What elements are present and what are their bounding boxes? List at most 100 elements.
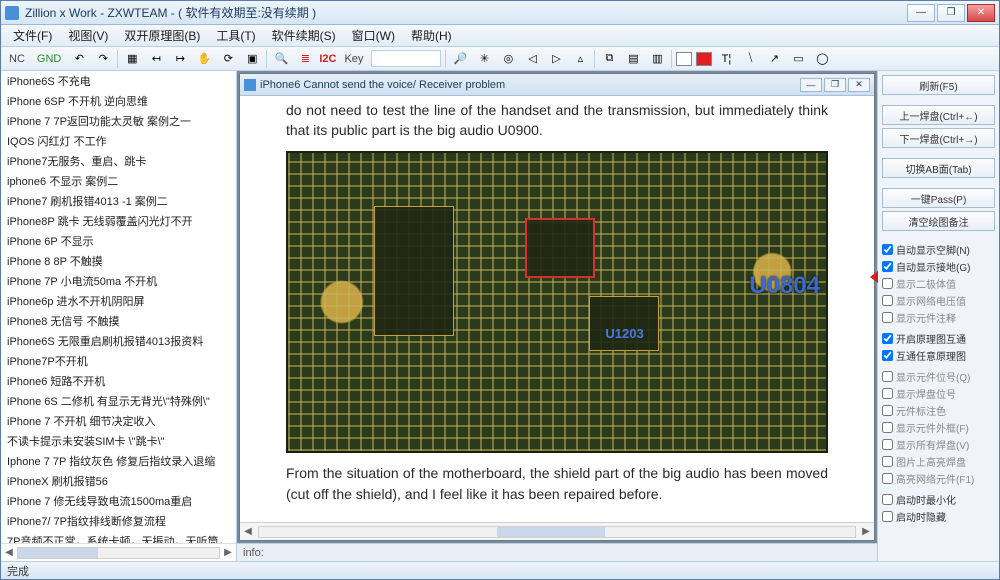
checkbox-input[interactable]	[882, 278, 893, 289]
color-red-swatch[interactable]	[696, 52, 712, 66]
minimize-button[interactable]: —	[907, 4, 935, 22]
checkbox-input[interactable]	[882, 405, 893, 416]
menu-renew[interactable]: 软件续期(S)	[264, 25, 344, 46]
checkbox-input[interactable]	[882, 350, 893, 361]
option-checkbox[interactable]: 显示元件注释	[882, 309, 995, 326]
list-item[interactable]: IQOS 闪红灯 不工作	[1, 131, 236, 151]
list-item[interactable]: 不读卡提示未安装SIM卡 \"跳卡\"	[1, 431, 236, 451]
scroll-thumb[interactable]	[497, 527, 604, 537]
checkbox-input[interactable]	[882, 261, 893, 272]
i2c-label[interactable]: I2C	[319, 53, 336, 65]
option-checkbox[interactable]: 开启原理图互通	[882, 330, 995, 347]
scroll-left-icon[interactable]: ◀	[240, 526, 256, 537]
list-item[interactable]: iPhone7 刷机报错4013 -1 案例二	[1, 191, 236, 211]
option-checkbox[interactable]: 启动时最小化	[882, 491, 995, 508]
tool-hand-icon[interactable]: ✋	[194, 49, 214, 69]
menu-dual-schematic[interactable]: 双开原理图(B)	[116, 25, 208, 46]
option-checkbox[interactable]: 元件标注色	[882, 402, 995, 419]
list-item[interactable]: iPhone 6P 不显示	[1, 231, 236, 251]
tool-align-right-icon[interactable]: ↦	[170, 49, 190, 69]
tool-redo-icon[interactable]: ↷	[93, 49, 113, 69]
list-item[interactable]: iPhone 7 不开机 细节决定收入	[1, 411, 236, 431]
tool-list-icon[interactable]: ≣	[295, 49, 315, 69]
tool-zoom-icon[interactable]: 🔍	[271, 49, 291, 69]
menu-tools[interactable]: 工具(T)	[208, 25, 263, 46]
tool-text-icon[interactable]: T¦	[716, 49, 736, 69]
one-pass-button[interactable]: 一键Pass(P)	[882, 188, 995, 208]
tool-rect-icon[interactable]: ▭	[788, 49, 808, 69]
tool-layer-icon[interactable]: ▥	[647, 49, 667, 69]
tool-grid-icon[interactable]: ▦	[122, 49, 142, 69]
next-pad-button[interactable]: 下一焊盘(Ctrl+→)	[882, 128, 995, 148]
scroll-track[interactable]	[17, 547, 220, 559]
list-item[interactable]: iPhone7无服务、重启、跳卡	[1, 151, 236, 171]
list-item[interactable]: iPhoneX 刷机报错56	[1, 471, 236, 491]
doc-maximize-button[interactable]: ❐	[824, 78, 846, 92]
close-button[interactable]: ✕	[967, 4, 995, 22]
option-checkbox[interactable]: 显示所有焊盘(V)	[882, 436, 995, 453]
checkbox-input[interactable]	[882, 333, 893, 344]
tool-center-icon[interactable]: ▣	[242, 49, 262, 69]
checkbox-input[interactable]	[882, 388, 893, 399]
tool-chip-icon[interactable]: ▤	[623, 49, 643, 69]
checkbox-input[interactable]	[882, 244, 893, 255]
option-checkbox[interactable]: 自动显示空脚(N)	[882, 241, 995, 258]
option-checkbox[interactable]: 显示元件外框(F)	[882, 419, 995, 436]
menu-view[interactable]: 视图(V)	[60, 25, 116, 46]
list-item[interactable]: iPhone8P 跳卡 无线弱覆盖闪光灯不开	[1, 211, 236, 231]
tool-line-icon[interactable]: ⧹	[740, 49, 760, 69]
tool-copy-icon[interactable]: ⧉	[599, 49, 619, 69]
tool-up-icon[interactable]: ▵	[570, 49, 590, 69]
menu-window[interactable]: 窗口(W)	[344, 25, 403, 46]
checkbox-input[interactable]	[882, 295, 893, 306]
menu-help[interactable]: 帮助(H)	[403, 25, 460, 46]
list-item[interactable]: iPhone7P不开机	[1, 351, 236, 371]
menu-file[interactable]: 文件(F)	[5, 25, 60, 46]
list-item[interactable]: iPhone7/ 7P指纹排线断修复流程	[1, 511, 236, 531]
doc-minimize-button[interactable]: —	[800, 78, 822, 92]
checkbox-input[interactable]	[882, 494, 893, 505]
refresh-button[interactable]: 刷新(F5)	[882, 75, 995, 95]
case-list[interactable]: iPhone6S 不充电iPhone 6SP 不开机 逆向思维iPhone 7 …	[1, 71, 236, 543]
tool-forward-icon[interactable]: ▷	[546, 49, 566, 69]
collapse-arrow-icon[interactable]	[870, 271, 878, 283]
option-checkbox[interactable]: 图片上高亮焊盘	[882, 453, 995, 470]
list-item[interactable]: Iphone 7 7P 指纹灰色 修复后指纹录入退缩	[1, 451, 236, 471]
maximize-button[interactable]: ❐	[937, 4, 965, 22]
option-checkbox[interactable]: 显示二极体值	[882, 275, 995, 292]
clear-draw-button[interactable]: 清空绘图备注	[882, 211, 995, 231]
list-item[interactable]: iPhone 7 修无线导致电流1500ma重启	[1, 491, 236, 511]
doc-close-button[interactable]: ✕	[848, 78, 870, 92]
list-item[interactable]: iPhone 7 7P返回功能太灵敏 案例之一	[1, 111, 236, 131]
tool-circle-icon[interactable]: ◯	[812, 49, 832, 69]
option-checkbox[interactable]: 自动显示接地(G)	[882, 258, 995, 275]
list-item[interactable]: iPhone 6SP 不开机 逆向思维	[1, 91, 236, 111]
document-hscroll[interactable]: ◀ ▶	[240, 522, 874, 540]
tool-back-icon[interactable]: ◁	[522, 49, 542, 69]
option-checkbox[interactable]: 显示网络电压值	[882, 292, 995, 309]
scroll-left-icon[interactable]: ◀	[1, 547, 17, 558]
key-input[interactable]	[371, 50, 441, 67]
scroll-track[interactable]	[258, 526, 856, 538]
prev-pad-button[interactable]: 上一焊盘(Ctrl+←)	[882, 105, 995, 125]
document-titlebar[interactable]: iPhone6 Cannot send the voice/ Receiver …	[240, 74, 874, 96]
checkbox-input[interactable]	[882, 456, 893, 467]
color-white-swatch[interactable]	[676, 52, 692, 66]
option-checkbox[interactable]: 启动时隐藏	[882, 508, 995, 525]
list-item[interactable]: iPhone6S 无限重启刷机报错4013报资料	[1, 331, 236, 351]
checkbox-input[interactable]	[882, 511, 893, 522]
list-item[interactable]: iPhone 8 8P 不触摸	[1, 251, 236, 271]
checkbox-input[interactable]	[882, 371, 893, 382]
tool-target-icon[interactable]: ◎	[498, 49, 518, 69]
list-item[interactable]: iPhone6 短路不开机	[1, 371, 236, 391]
option-checkbox[interactable]: 显示元件位号(Q)	[882, 368, 995, 385]
option-checkbox[interactable]: 显示焊盘位号	[882, 385, 995, 402]
sidebar-hscroll[interactable]: ◀ ▶	[1, 543, 236, 561]
list-item[interactable]: iPhone8 无信号 不触摸	[1, 311, 236, 331]
option-checkbox[interactable]: 高亮网络元件(F1)	[882, 470, 995, 487]
tool-arrow-icon[interactable]: ↗	[764, 49, 784, 69]
checkbox-input[interactable]	[882, 473, 893, 484]
list-item[interactable]: iPhone 7P 小电流50ma 不开机	[1, 271, 236, 291]
checkbox-input[interactable]	[882, 439, 893, 450]
pcb-image[interactable]: U0804 U1203	[286, 151, 828, 454]
